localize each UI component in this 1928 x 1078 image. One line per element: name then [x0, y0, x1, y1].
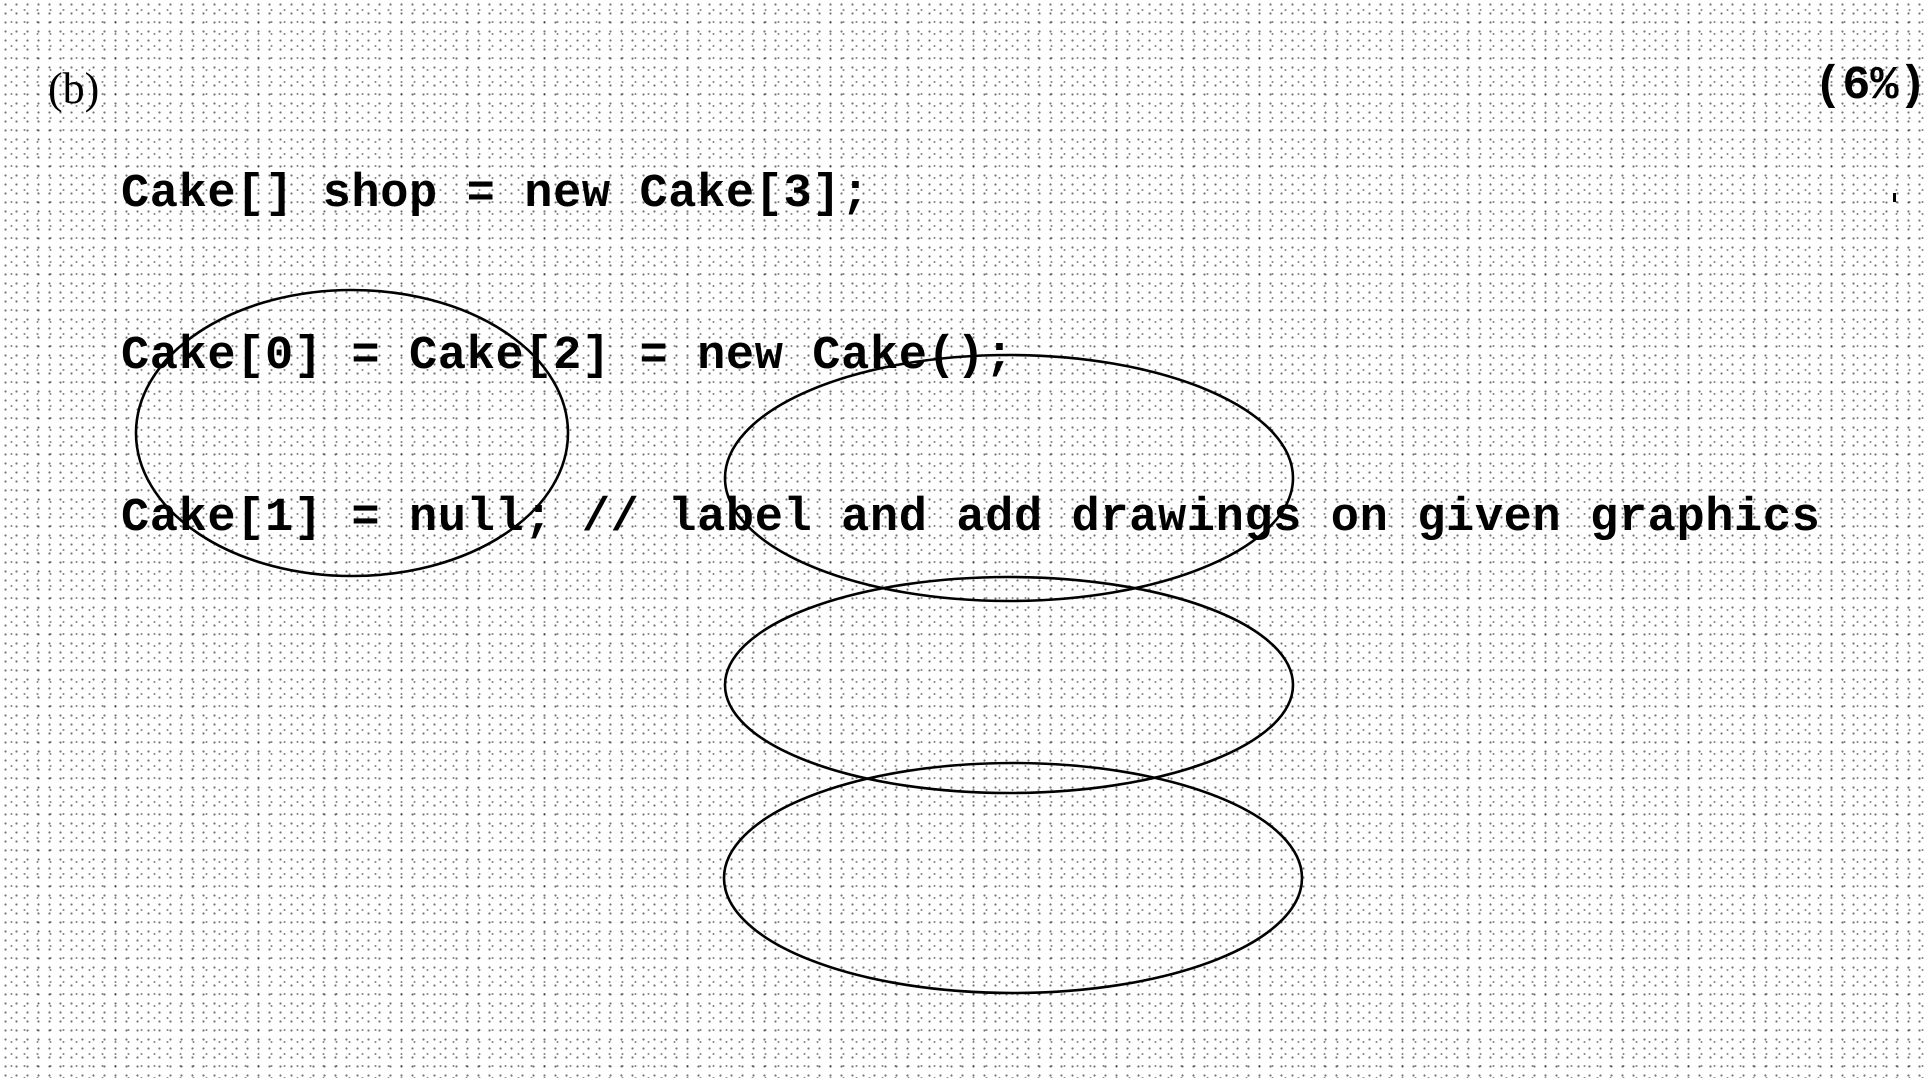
graphics-drawing-area — [134, 288, 1304, 995]
stacked-ellipse-bottom — [722, 761, 1304, 995]
stacked-ellipse-middle — [723, 575, 1295, 795]
stacked-ellipse-top — [723, 353, 1295, 603]
standalone-ellipse — [134, 288, 570, 578]
